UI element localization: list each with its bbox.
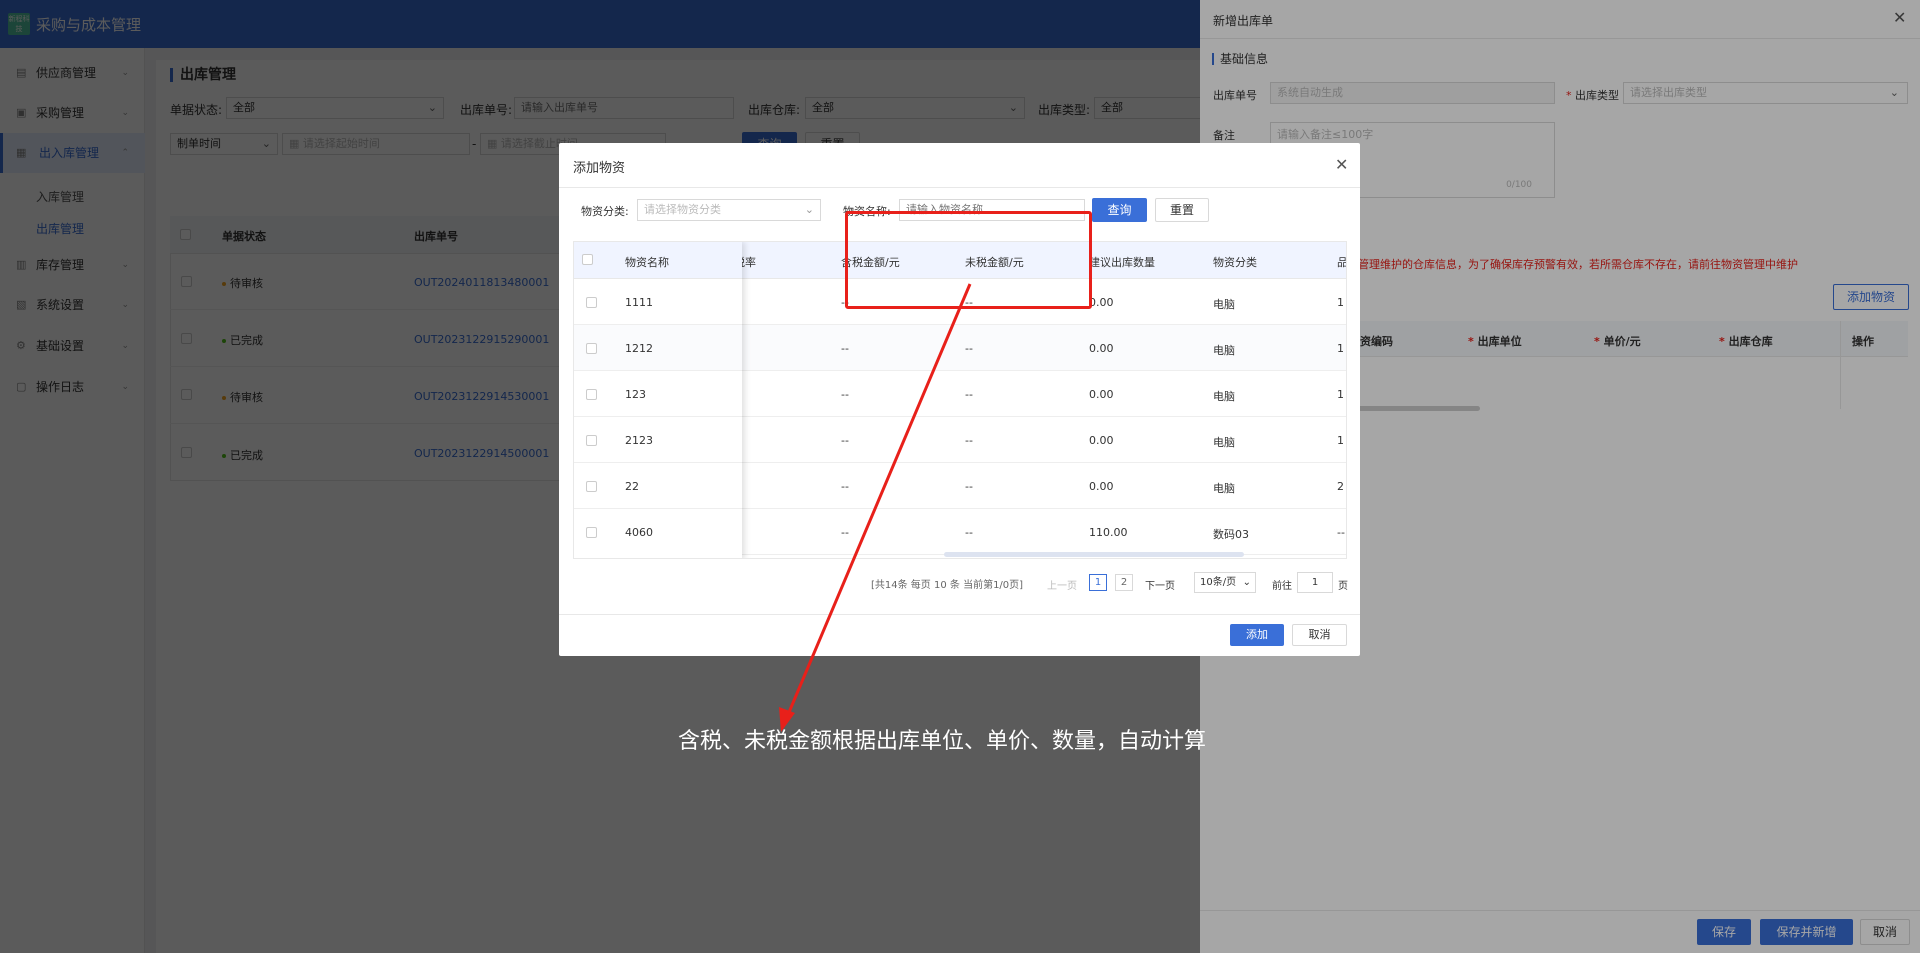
annotation-arrow — [779, 283, 972, 732]
annotation-text: 含税、未税金额根据出库单位、单价、数量，自动计算 — [678, 729, 1207, 754]
arrow-line — [785, 283, 972, 718]
